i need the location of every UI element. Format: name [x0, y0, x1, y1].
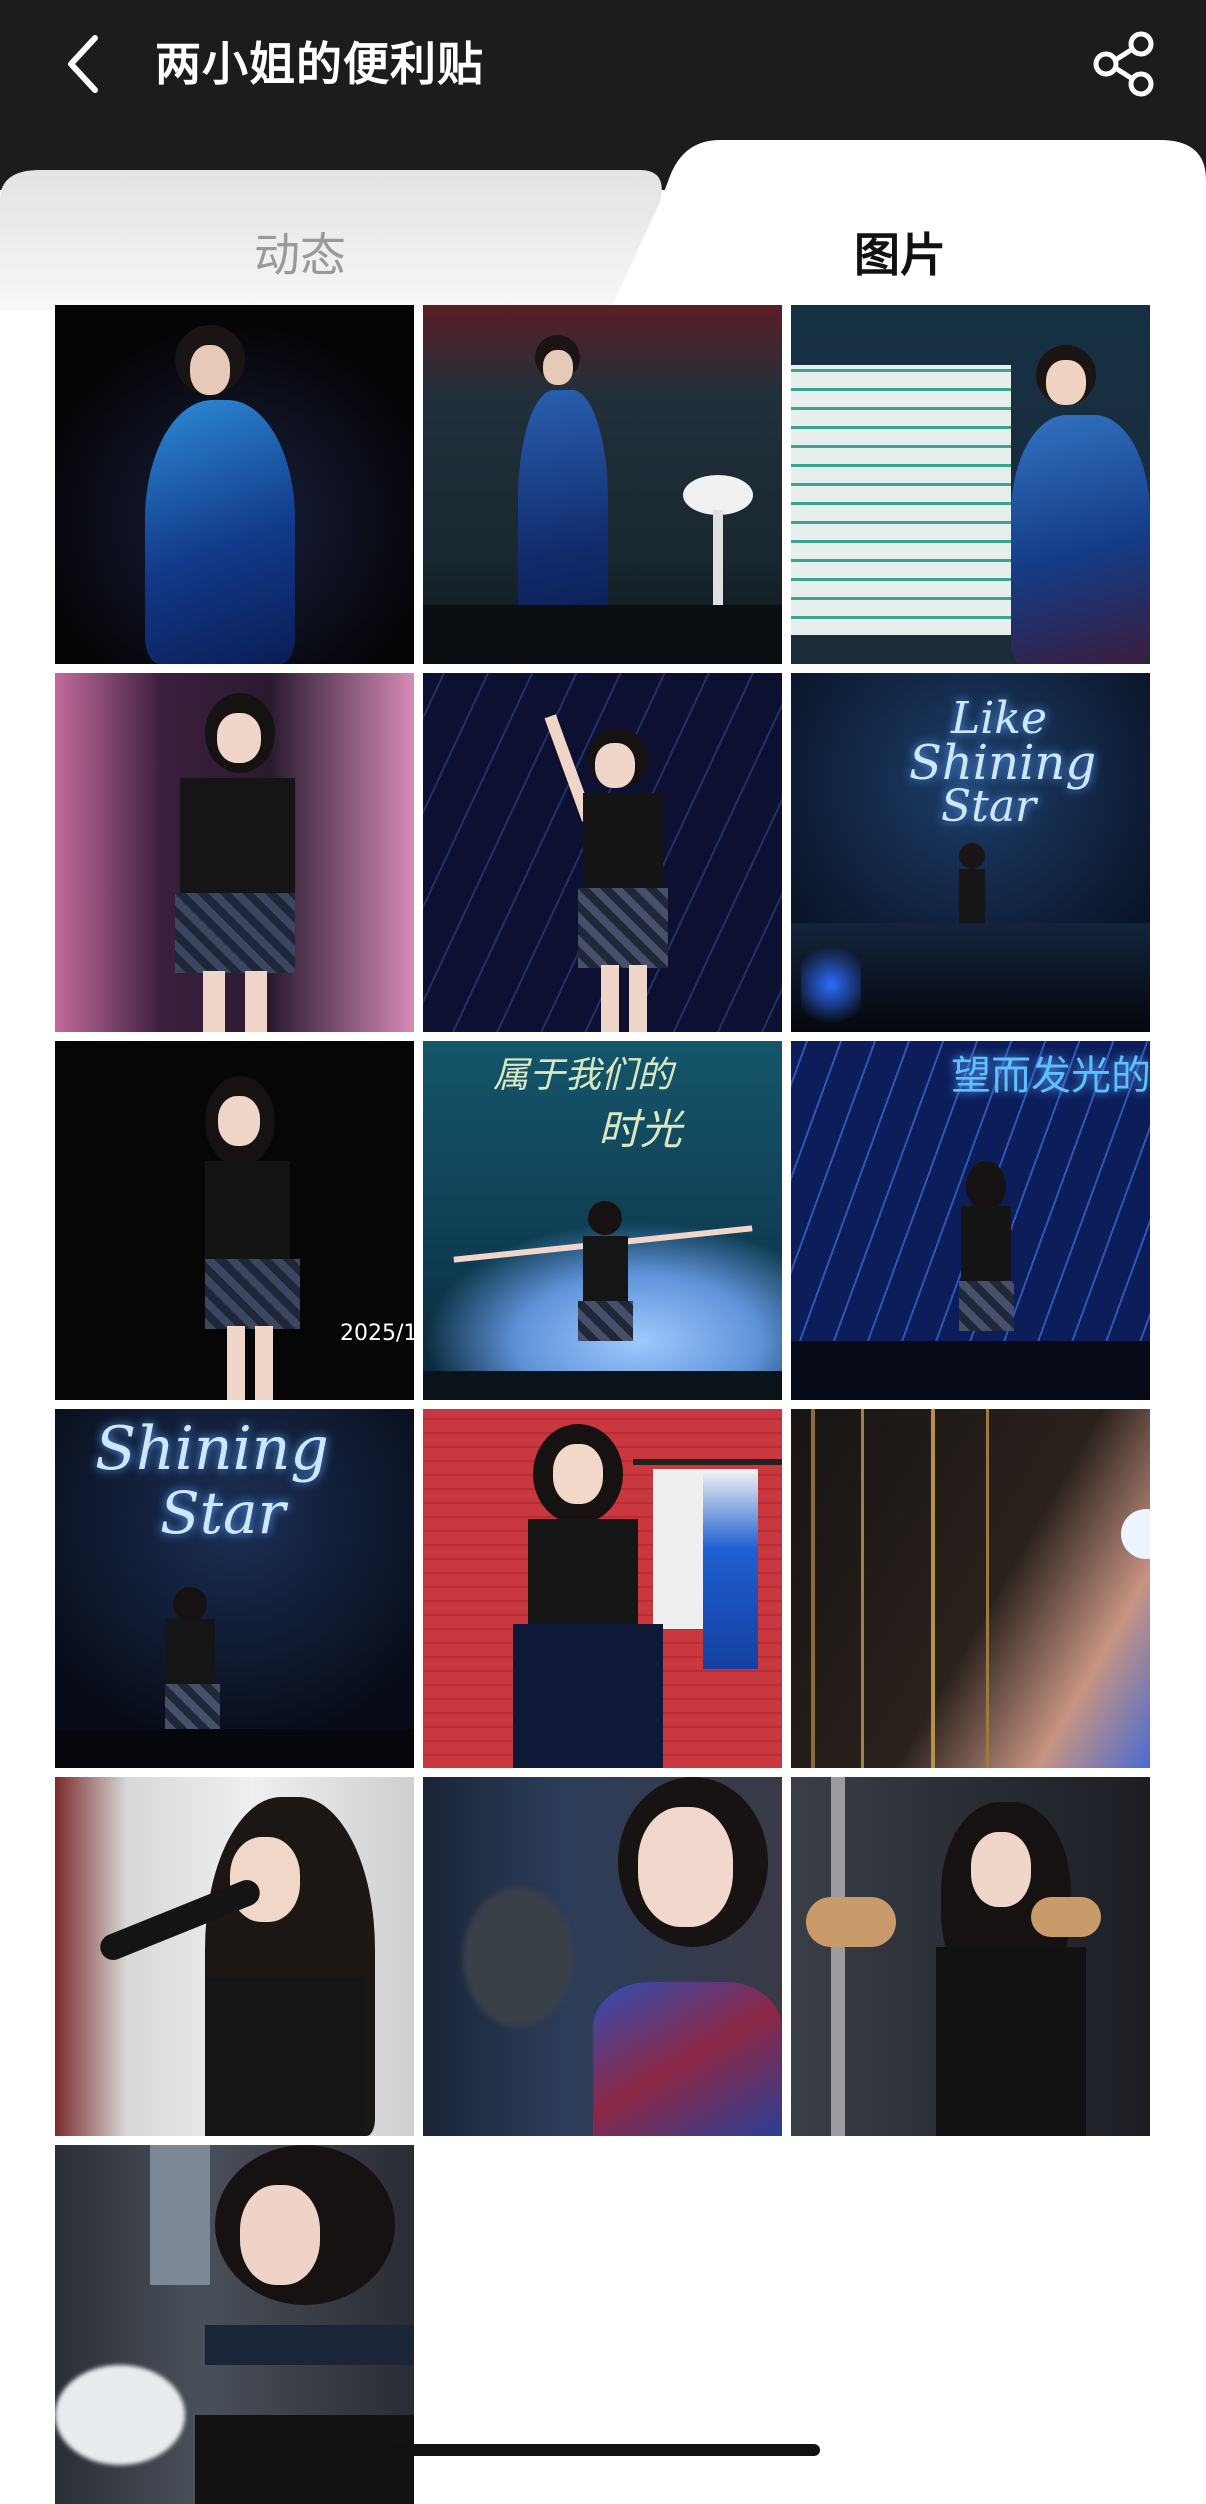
photo-grid: Like Shining Star 2025/1 属于我们的 时光 望而发光的 [55, 305, 1151, 2504]
tab-posts[interactable]: 动态 [140, 200, 460, 310]
photo-thumbnail-15[interactable] [791, 1777, 1150, 2136]
photo-thumbnail-7[interactable]: 2025/1 [55, 1041, 414, 1400]
chevron-left-icon [68, 35, 98, 93]
photo-thumbnail-4[interactable] [55, 673, 414, 1032]
tab-bar: 动态 图片 [0, 140, 1206, 310]
photo-overlay-text: 望而发光的 [951, 1053, 1150, 1099]
photo-thumbnail-11[interactable] [423, 1409, 782, 1768]
photo-thumbnail-1[interactable] [55, 305, 414, 664]
photo-thumbnail-2[interactable] [423, 305, 782, 664]
photo-thumbnail-5[interactable] [423, 673, 782, 1032]
back-button[interactable] [48, 22, 118, 106]
photo-thumbnail-10[interactable]: Shining Star [55, 1409, 414, 1768]
photo-thumbnail-3[interactable] [791, 305, 1150, 664]
photo-overlay-text: Shining [95, 1414, 329, 1484]
share-icon [1093, 31, 1154, 97]
photo-thumbnail-9[interactable]: 望而发光的 [791, 1041, 1150, 1400]
photo-overlay-text: 时光 [598, 1105, 683, 1154]
photo-overlay-text: 2025/1 [340, 1321, 414, 1346]
photo-thumbnail-6[interactable]: Like Shining Star [791, 673, 1150, 1032]
photo-overlay-text: Star [941, 781, 1037, 832]
photo-thumbnail-8[interactable]: 属于我们的 时光 [423, 1041, 782, 1400]
share-button[interactable] [1084, 24, 1164, 104]
photo-thumbnail-16[interactable] [55, 2145, 414, 2504]
photo-thumbnail-12[interactable] [791, 1409, 1150, 1768]
photo-thumbnail-14[interactable] [423, 1777, 782, 2136]
photo-overlay-text: 属于我们的 [493, 1055, 674, 1096]
home-indicator[interactable] [388, 2444, 820, 2456]
tab-photos[interactable]: 图片 [740, 200, 1060, 310]
photo-thumbnail-13[interactable] [55, 1777, 414, 2136]
page-title: 两小姐的便利贴 [155, 37, 484, 91]
photo-overlay-text: Star [160, 1479, 286, 1547]
